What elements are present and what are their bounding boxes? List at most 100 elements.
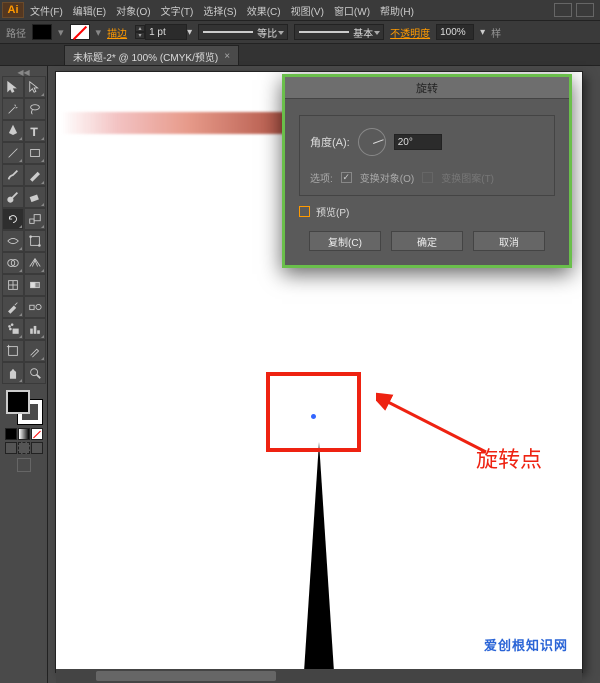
slice-tool[interactable] — [24, 340, 46, 362]
app-logo: Ai — [2, 2, 24, 18]
mesh-tool[interactable] — [2, 274, 24, 296]
horizontal-scrollbar[interactable] — [56, 669, 582, 683]
stroke-link[interactable]: 描边 — [107, 25, 127, 40]
angle-input[interactable] — [394, 134, 442, 150]
annotation-text: 旋转点 — [476, 442, 542, 474]
menu-edit[interactable]: 编辑(E) — [73, 3, 106, 18]
scrollbar-thumb[interactable] — [96, 671, 276, 681]
close-icon[interactable]: × — [224, 51, 230, 62]
color-mode-none-icon[interactable] — [31, 428, 43, 440]
menubar: Ai 文件(F) 编辑(E) 对象(O) 文字(T) 选择(S) 效果(C) 视… — [0, 0, 600, 20]
brush-definition-select[interactable]: 基本 — [294, 24, 384, 40]
menu-help[interactable]: 帮助(H) — [380, 3, 414, 18]
menu-view[interactable]: 视图(V) — [291, 3, 324, 18]
selection-tool[interactable] — [2, 76, 24, 98]
angle-label: 角度(A): — [310, 134, 350, 150]
transform-objects-checkbox[interactable]: ✓ — [341, 172, 352, 183]
opacity-input[interactable] — [436, 24, 474, 40]
dialog-fieldset: 角度(A): 选项: ✓ 变换对象(O) ✓ 变换图案(T) — [299, 115, 555, 196]
dropdown-caret-icon[interactable]: ▾ — [58, 26, 64, 39]
work-area: ◀◀ T — [0, 66, 600, 683]
blend-tool[interactable] — [24, 296, 46, 318]
stroke-weight-input[interactable] — [145, 24, 187, 40]
preview-checkbox[interactable] — [299, 206, 310, 217]
eyedropper-tool[interactable] — [2, 296, 24, 318]
menu-file[interactable]: 文件(F) — [30, 3, 63, 18]
artwork-needle-shape[interactable] — [304, 442, 334, 672]
rotate-anchor-point-icon — [311, 414, 316, 419]
brush-label: 基本 — [353, 25, 373, 40]
artboard[interactable]: 旋转 角度(A): 选项: ✓ 变换对象(O) — [56, 72, 582, 672]
angle-dial-icon[interactable] — [358, 128, 386, 156]
pen-tool[interactable] — [2, 120, 24, 142]
profile-label: 等比 — [257, 25, 277, 40]
workspace-switcher-icon[interactable] — [576, 3, 594, 17]
perspective-grid-tool[interactable] — [24, 252, 46, 274]
color-mode-row — [5, 428, 43, 440]
symbol-sprayer-tool[interactable] — [2, 318, 24, 340]
menu-type[interactable]: 文字(T) — [161, 3, 194, 18]
rotate-tool[interactable] — [2, 208, 24, 230]
ok-button[interactable]: 确定 — [391, 231, 463, 251]
draw-inside-icon[interactable] — [31, 442, 43, 454]
svg-text:T: T — [30, 126, 37, 138]
lasso-tool[interactable] — [24, 98, 46, 120]
menu-window[interactable]: 窗口(W) — [334, 3, 370, 18]
eraser-tool[interactable] — [24, 186, 46, 208]
canvas-area: 旋转 角度(A): 选项: ✓ 变换对象(O) — [48, 66, 600, 683]
free-transform-tool[interactable] — [24, 230, 46, 252]
fill-stroke-control[interactable] — [4, 388, 44, 426]
stroke-weight-stepper[interactable]: ▴▾ ▾ — [133, 24, 192, 40]
color-mode-gradient-icon[interactable] — [18, 428, 30, 440]
direct-selection-tool[interactable] — [24, 76, 46, 98]
scale-tool[interactable] — [24, 208, 46, 230]
copy-button[interactable]: 复制(C) — [309, 231, 381, 251]
watermark-text: 爱创根知识网 — [484, 635, 568, 654]
gradient-tool[interactable] — [24, 274, 46, 296]
dropdown-caret-icon[interactable]: ▾ — [480, 27, 485, 38]
workspace-arrange-icon[interactable] — [554, 3, 572, 17]
width-tool[interactable] — [2, 230, 24, 252]
cancel-button[interactable]: 取消 — [473, 231, 545, 251]
document-tab-bar: 未标题-2* @ 100% (CMYK/预览) × — [0, 44, 600, 66]
draw-behind-icon[interactable] — [18, 442, 30, 454]
shape-builder-tool[interactable] — [2, 252, 24, 274]
paintbrush-tool[interactable] — [2, 164, 24, 186]
document-tab-title: 未标题-2* @ 100% (CMYK/预览) — [73, 49, 218, 64]
blob-brush-tool[interactable] — [2, 186, 24, 208]
draw-normal-icon[interactable] — [5, 442, 17, 454]
transform-objects-label: 变换对象(O) — [360, 170, 414, 185]
style-label: 样 — [491, 25, 501, 40]
menu-object[interactable]: 对象(O) — [116, 3, 150, 18]
zoom-tool[interactable] — [24, 362, 46, 384]
options-label: 选项: — [310, 170, 333, 185]
type-tool[interactable]: T — [24, 120, 46, 142]
transform-patterns-checkbox[interactable]: ✓ — [422, 172, 433, 183]
annotation-red-box — [266, 372, 361, 452]
opacity-link[interactable]: 不透明度 — [390, 25, 430, 40]
magic-wand-tool[interactable] — [2, 98, 24, 120]
pencil-tool[interactable] — [24, 164, 46, 186]
artboard-tool[interactable] — [2, 340, 24, 362]
menu-select[interactable]: 选择(S) — [203, 3, 236, 18]
screen-mode-switch[interactable] — [17, 458, 31, 472]
selection-type-label: 路径 — [6, 25, 26, 40]
color-mode-solid-icon[interactable] — [5, 428, 17, 440]
dropdown-caret-icon[interactable]: ▾ — [96, 26, 102, 39]
line-preview-icon — [203, 31, 253, 33]
rotate-dialog: 旋转 角度(A): 选项: ✓ 变换对象(O) — [282, 74, 572, 268]
fill-swatch[interactable] — [32, 24, 52, 40]
document-tab[interactable]: 未标题-2* @ 100% (CMYK/预览) × — [64, 45, 239, 65]
menu-effect[interactable]: 效果(C) — [247, 3, 281, 18]
variable-width-profile-select[interactable]: 等比 — [198, 24, 288, 40]
stroke-swatch[interactable] — [70, 24, 90, 40]
column-graph-tool[interactable] — [24, 318, 46, 340]
line-segment-tool[interactable] — [2, 142, 24, 164]
rectangle-tool[interactable] — [24, 142, 46, 164]
screen-mode-icon[interactable] — [17, 458, 31, 472]
fill-color-icon[interactable] — [6, 390, 30, 414]
toolbox: ◀◀ T — [0, 66, 48, 683]
hand-tool[interactable] — [2, 362, 24, 384]
options-bar: 路径 ▾ ▾ 描边 ▴▾ ▾ 等比 基本 不透明度 ▾ 样 — [0, 20, 600, 44]
preview-label: 预览(P) — [316, 204, 349, 219]
